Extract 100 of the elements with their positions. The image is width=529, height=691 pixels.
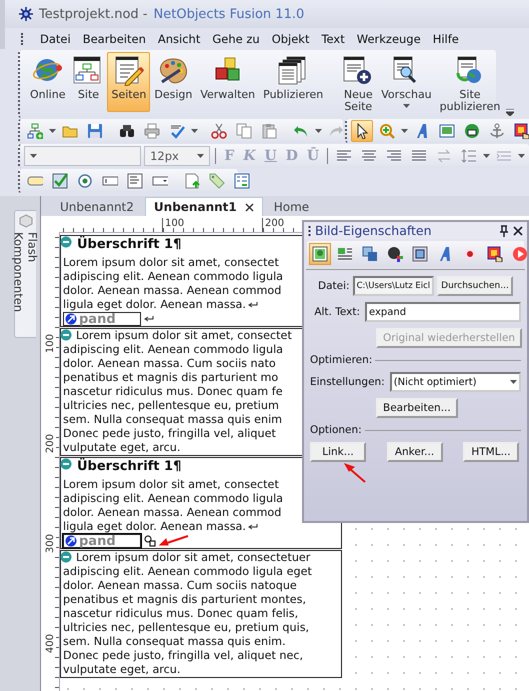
ribbon-button[interactable]: Site publizieren bbox=[436, 52, 504, 112]
text-area-icon[interactable] bbox=[127, 173, 143, 189]
binoculars-icon[interactable] bbox=[119, 123, 135, 139]
caret-icon[interactable] bbox=[191, 129, 198, 133]
ribbon-button[interactable]: Design bbox=[150, 52, 196, 112]
return-mark-icon bbox=[144, 316, 154, 322]
anchor-icon[interactable] bbox=[489, 123, 505, 139]
menu-item[interactable]: Gehe zu bbox=[207, 30, 265, 46]
body-text-line: dolor. Aenean massa. Cum sociis nato bbox=[63, 357, 276, 371]
spellcheck-icon[interactable] bbox=[169, 123, 185, 139]
caret-icon[interactable] bbox=[197, 154, 204, 158]
body-text-line: Lorem ipsum dolor sit amet, consectet bbox=[63, 256, 279, 270]
sitemap-icon bbox=[73, 56, 104, 86]
caret-icon[interactable] bbox=[30, 154, 37, 158]
arrange-icon[interactable] bbox=[362, 246, 378, 262]
body-text-line: ultricies nec, pellentesque eu, pretium bbox=[63, 399, 279, 413]
picture-icon[interactable] bbox=[312, 246, 328, 262]
save-icon[interactable] bbox=[87, 123, 103, 139]
overflow-icon[interactable] bbox=[506, 109, 514, 116]
option-button[interactable]: Link... bbox=[310, 442, 366, 462]
image-placeholder[interactable]: pand bbox=[63, 534, 141, 548]
pin-icon[interactable] bbox=[499, 224, 509, 236]
text-tool-icon[interactable] bbox=[414, 123, 430, 139]
menu-item[interactable]: Datei bbox=[35, 30, 76, 46]
ribbon-button[interactable]: Vorschau bbox=[377, 52, 436, 112]
picture-icon[interactable] bbox=[439, 123, 455, 139]
collapse-icon[interactable] bbox=[60, 236, 72, 248]
browse-button[interactable]: Durchsuchen... bbox=[437, 276, 513, 296]
printer-icon[interactable] bbox=[144, 123, 160, 139]
body-text-line: ultricies nec, pellentesque eu, pretium quis, bbox=[63, 621, 310, 635]
optimization-dropdown[interactable]: (Nicht optimiert) bbox=[390, 372, 521, 392]
image-hand-icon[interactable] bbox=[514, 123, 529, 139]
body-text-line: Donec pede justo, fringilla vel, aliquet nec, bbox=[63, 649, 304, 663]
collapse-icon[interactable] bbox=[60, 458, 72, 470]
scissors-icon[interactable] bbox=[211, 123, 227, 139]
body-text-line: adipiscing elit. Aenean commodo ligula bbox=[63, 343, 284, 357]
document-tab[interactable]: Unbenannt2 bbox=[51, 197, 143, 216]
ribbon-button[interactable]: Verwalten bbox=[196, 52, 260, 112]
option-button[interactable]: HTML... bbox=[463, 442, 519, 462]
caret-icon[interactable] bbox=[518, 154, 525, 158]
zoom-icon[interactable] bbox=[379, 123, 395, 139]
text-tool-icon[interactable] bbox=[437, 246, 453, 262]
body-text-line: adipiscing elit. Aenean commodo ligula eget bbox=[63, 565, 312, 579]
ribbon-button[interactable]: Publizieren bbox=[259, 52, 328, 112]
image-text-icon[interactable] bbox=[337, 246, 353, 262]
caret-icon[interactable] bbox=[315, 129, 322, 133]
menu-item[interactable]: Hilfe bbox=[428, 30, 464, 46]
checkbox-icon[interactable] bbox=[52, 173, 68, 189]
pointer-arrow bbox=[344, 463, 366, 483]
ribbon-button[interactable]: Seiten bbox=[107, 52, 150, 112]
caret-icon[interactable] bbox=[49, 129, 56, 133]
frame-icon[interactable] bbox=[412, 246, 428, 262]
image-hand-icon[interactable] bbox=[487, 246, 503, 262]
document-tab[interactable]: Home bbox=[264, 197, 318, 216]
close-icon[interactable] bbox=[244, 202, 254, 212]
alt-text-field[interactable]: expand bbox=[365, 302, 521, 322]
close-icon[interactable] bbox=[513, 226, 523, 236]
pages-stack-icon bbox=[278, 56, 308, 86]
caret-icon[interactable] bbox=[401, 129, 408, 133]
radio-button-icon[interactable] bbox=[77, 173, 93, 189]
field-label: Datei: bbox=[318, 280, 350, 292]
ribbon-button[interactable]: Online bbox=[26, 52, 70, 112]
form-icon[interactable] bbox=[234, 173, 250, 189]
edit-button[interactable]: Bearbeiten... bbox=[376, 398, 458, 418]
ribbon-button[interactable]: Site bbox=[69, 52, 108, 112]
line-spacing-icon[interactable] bbox=[461, 148, 477, 164]
menu-item[interactable]: Bearbeiten bbox=[78, 30, 151, 46]
section-heading: Optionen: bbox=[310, 424, 362, 436]
body-text-line: penatibus et magnis dis parturient montes, bbox=[63, 593, 306, 607]
menu-item[interactable]: Werkzeuge bbox=[352, 30, 426, 46]
side-panel-tab[interactable]: Flash Komponenten bbox=[14, 210, 36, 338]
page-pencil-icon bbox=[114, 56, 144, 86]
caret-icon[interactable] bbox=[402, 104, 410, 108]
page-upload-icon[interactable] bbox=[184, 173, 200, 189]
caret-icon[interactable] bbox=[510, 380, 517, 384]
body-text-line: Lorem ipsum dolor sit amet, consectet bbox=[63, 478, 279, 492]
grip-icon bbox=[308, 224, 311, 236]
caret-icon[interactable] bbox=[483, 154, 490, 158]
ribbon-button[interactable]: Neue Seite bbox=[339, 52, 378, 112]
app-logo-icon bbox=[19, 7, 33, 21]
menu-item[interactable]: Objekt bbox=[266, 30, 314, 46]
section-heading: Optimieren: bbox=[310, 354, 372, 366]
menu-item[interactable]: Text bbox=[316, 30, 350, 46]
copy-icon[interactable] bbox=[236, 123, 252, 139]
document-tab[interactable]: Unbenannt1 bbox=[144, 197, 263, 216]
body-text-line: Lorem ipsum dolor sit amet, consectetuer bbox=[76, 551, 310, 565]
menu-item[interactable]: Ansicht bbox=[152, 30, 206, 46]
play-icon[interactable] bbox=[512, 246, 528, 262]
paste-icon[interactable] bbox=[261, 123, 277, 139]
cube-icon bbox=[18, 214, 32, 228]
body-text-line: nascetur ridiculus mus. Donec quam felis, bbox=[63, 607, 298, 621]
option-button[interactable]: Anker... bbox=[386, 442, 442, 462]
color-effects-icon[interactable] bbox=[387, 246, 403, 262]
resize-handle[interactable] bbox=[144, 535, 156, 547]
sitemap-add-icon[interactable] bbox=[27, 123, 43, 139]
collapse-icon[interactable] bbox=[60, 551, 72, 563]
font-size-dropdown[interactable]: 12px bbox=[144, 146, 210, 166]
collapse-icon[interactable] bbox=[60, 329, 72, 341]
image-placeholder[interactable]: pand bbox=[63, 312, 141, 326]
file-path-field[interactable]: C:\Users\Lutz Eicl bbox=[352, 276, 434, 296]
